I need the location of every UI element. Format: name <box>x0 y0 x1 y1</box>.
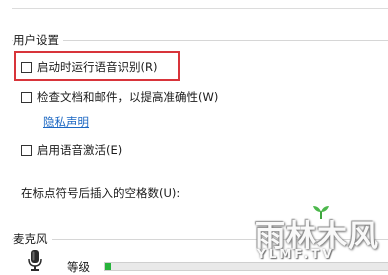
watermark-text-en: YLMF.TV <box>257 247 335 261</box>
voice-activation-checkbox[interactable] <box>21 144 32 156</box>
watermark-sprout-icon <box>313 206 329 219</box>
microphone-icon <box>28 250 42 271</box>
watermark: 雨林木风 YLMF.TV <box>255 205 381 265</box>
review-documents-label[interactable]: 检查文档和邮件，以提高准确性(W) <box>37 89 218 105</box>
review-documents-option[interactable]: 检查文档和邮件，以提高准确性(W) <box>21 89 218 105</box>
startup-speech-recognition-label[interactable]: 启动时运行语音识别(R) <box>37 59 157 75</box>
startup-speech-recognition-checkbox[interactable] <box>21 61 32 73</box>
microphone-label: 麦克风 <box>13 231 52 247</box>
voice-activation-label[interactable]: 启用语音激活(E) <box>37 142 122 158</box>
voice-activation-option[interactable]: 启用语音激活(E) <box>21 142 122 158</box>
top-divider <box>12 8 388 9</box>
watermark-text-cn: 雨林木风 <box>255 219 379 254</box>
microphone-group: 麦克风 <box>12 231 388 247</box>
user-settings-group: 用户设置 <box>12 32 388 48</box>
user-settings-label: 用户设置 <box>13 32 63 48</box>
level-label: 等级 <box>67 260 90 274</box>
microphone-level-meter <box>104 262 388 271</box>
review-documents-checkbox[interactable] <box>21 91 32 103</box>
spaces-after-punctuation-label: 在标点符号后插入的空格数(U): <box>21 186 181 200</box>
microphone-level-fill <box>105 263 111 270</box>
privacy-statement-link[interactable]: 隐私声明 <box>43 114 89 130</box>
startup-speech-recognition-option[interactable]: 启动时运行语音识别(R) <box>21 59 157 75</box>
